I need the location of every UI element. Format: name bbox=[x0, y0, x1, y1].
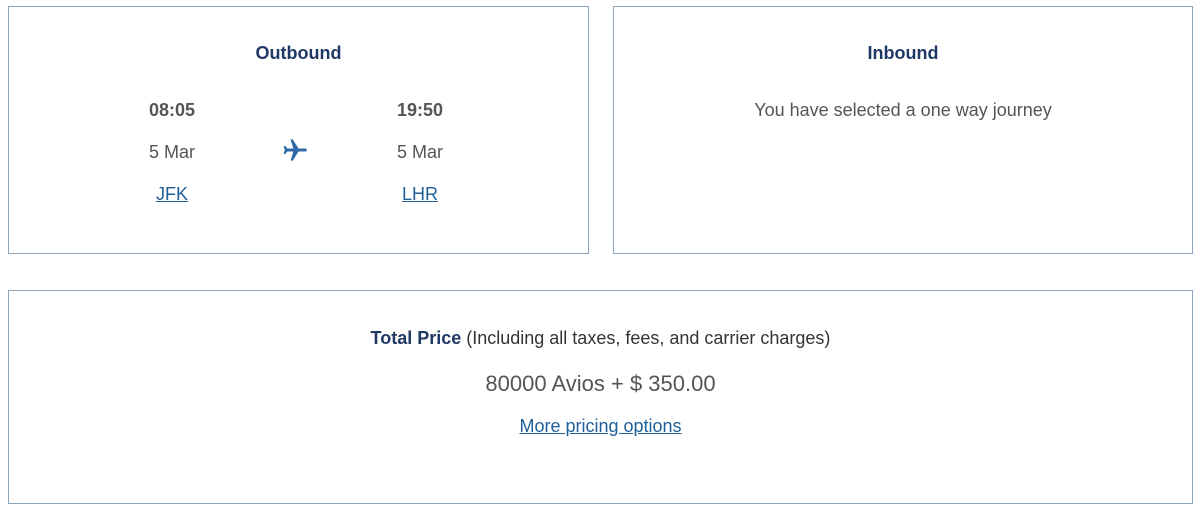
inbound-title: Inbound bbox=[867, 43, 939, 63]
inbound-card: Inbound You have selected a one way jour… bbox=[613, 6, 1193, 254]
pricing-link-wrap: More pricing options bbox=[9, 415, 1192, 437]
outbound-title: Outbound bbox=[255, 43, 342, 63]
departure-time: 08:05 bbox=[148, 100, 196, 120]
departure-airport-link[interactable]: JFK bbox=[156, 183, 188, 205]
flight-summary-page: Outbound 08:05 5 Mar JFK 19:50 5 Mar LHR… bbox=[0, 0, 1200, 511]
total-price-label: Total Price bbox=[370, 328, 462, 348]
departure-date: 5 Mar bbox=[148, 142, 195, 162]
airplane-icon bbox=[283, 139, 307, 161]
arrival-time: 19:50 bbox=[396, 100, 444, 120]
total-price-heading: Total Price (Including all taxes, fees, … bbox=[9, 327, 1192, 349]
arrival-date: 5 Mar bbox=[396, 142, 443, 162]
outbound-card: Outbound 08:05 5 Mar JFK 19:50 5 Mar LHR bbox=[8, 6, 589, 254]
price-amount: 80000 Avios + $ 350.00 bbox=[485, 371, 716, 396]
more-pricing-options-link[interactable]: More pricing options bbox=[519, 416, 681, 436]
arrival-column: 19:50 5 Mar LHR bbox=[340, 99, 500, 205]
total-price-note: (Including all taxes, fees, and carrier … bbox=[461, 328, 831, 348]
one-way-message: You have selected a one way journey bbox=[754, 100, 1052, 120]
total-price-card: Total Price (Including all taxes, fees, … bbox=[8, 290, 1193, 504]
departure-column: 08:05 5 Mar JFK bbox=[92, 99, 252, 205]
arrival-airport-link[interactable]: LHR bbox=[402, 183, 438, 205]
